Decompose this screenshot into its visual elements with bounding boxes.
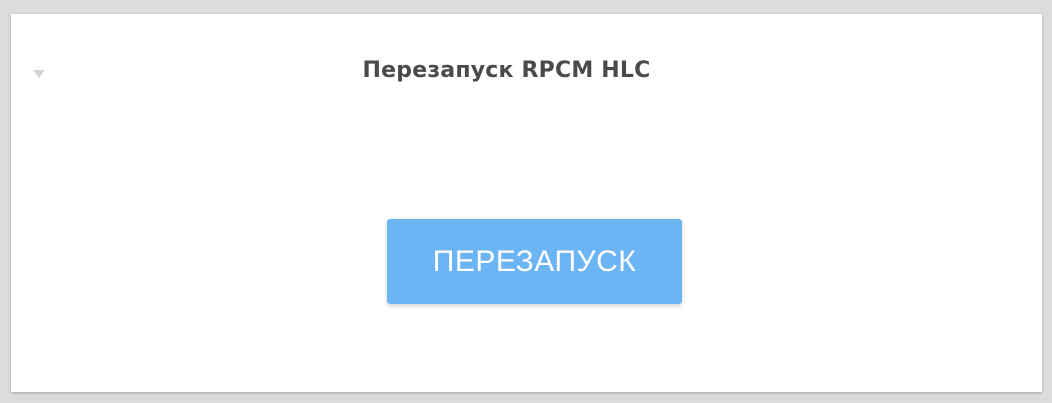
panel-header: Перезапуск RPCM HLC: [11, 14, 1042, 124]
restart-button[interactable]: ПЕРЕЗАПУСК: [387, 219, 682, 304]
panel-title: Перезапуск RPCM HLC: [362, 58, 651, 83]
restart-panel: Перезапуск RPCM HLC ПЕРЕЗАПУСК: [11, 14, 1042, 392]
page-background: Перезапуск RPCM HLC ПЕРЕЗАПУСК: [0, 0, 1052, 403]
